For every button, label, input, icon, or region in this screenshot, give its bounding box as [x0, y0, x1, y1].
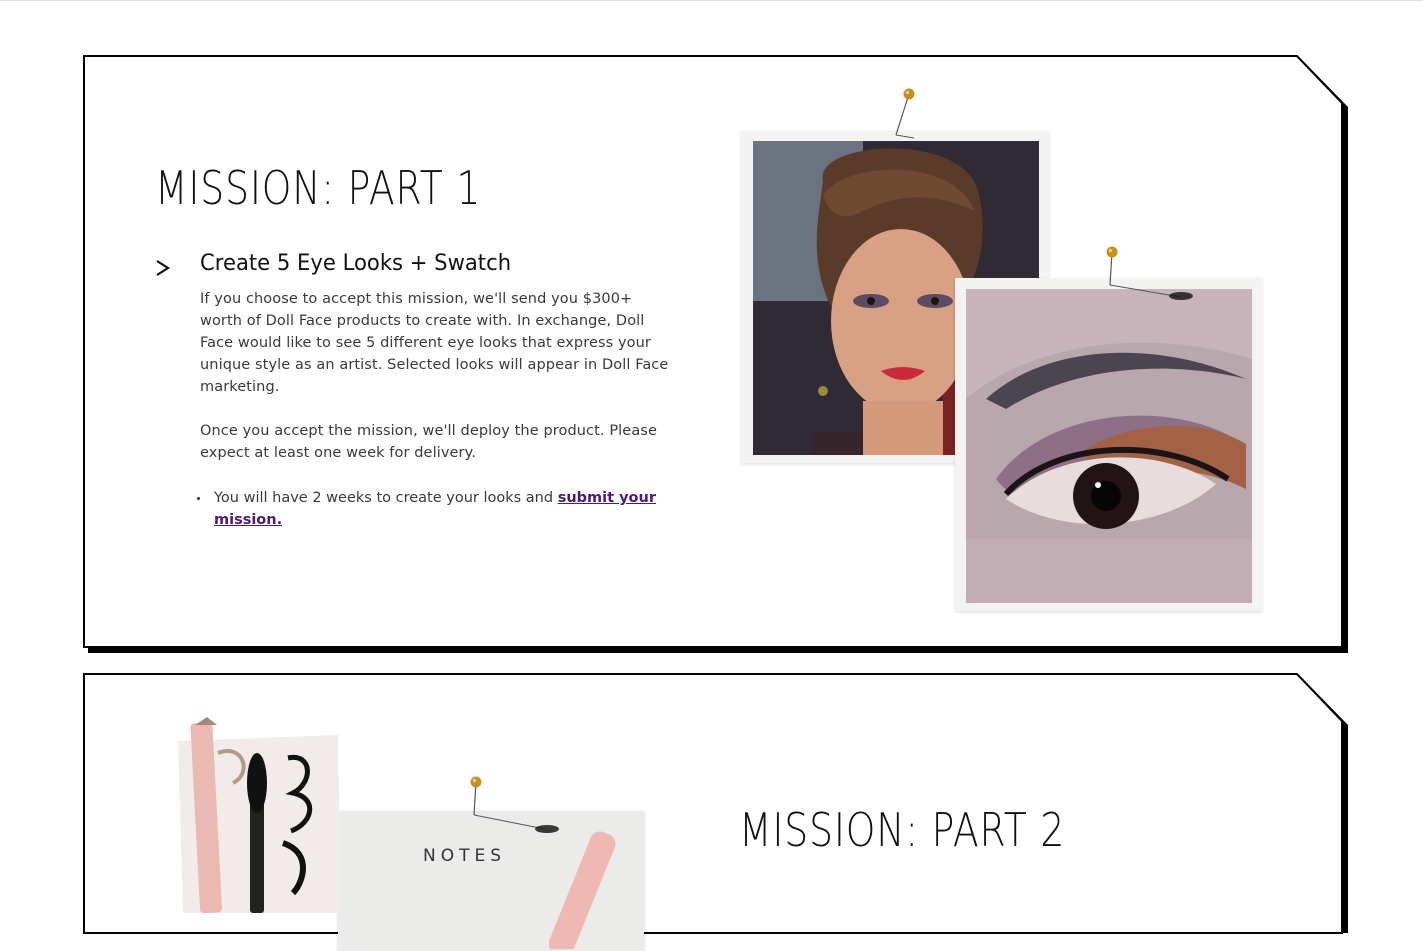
mission-title: MISSION: PART 2: [739, 803, 1066, 857]
requirements-list: You will have 2 weeks to create your loo…: [195, 487, 675, 531]
product-swatch-card: [178, 717, 341, 913]
lip-crayon-icon: [549, 831, 616, 949]
pushpin-icon: [470, 776, 559, 833]
pushpin-icon: [895, 88, 915, 139]
chevron-right-icon: [156, 260, 171, 276]
list-item: You will have 2 weeks to create your loo…: [195, 487, 675, 531]
top-divider: [0, 0, 1423, 1]
delivery-note: Once you accept the mission, we'll deplo…: [200, 423, 657, 461]
task-title: Create 5 Eye Looks + Swatch: [200, 251, 512, 276]
eye-closeup-photo-frame: [955, 278, 1262, 611]
eye-closeup-photo: [966, 289, 1252, 603]
mission-part-1-card: MISSION: PART 1 Create 5 Eye Looks + Swa…: [83, 55, 1348, 653]
bullet-dot: [197, 497, 200, 500]
pushpin-icon: [1106, 246, 1193, 300]
mission-part-2-card: NOTES MISSION: PART 2: [83, 673, 1348, 951]
bullet-text: You will have 2 weeks to create your loo…: [214, 490, 558, 506]
notes-label: NOTES: [423, 846, 507, 866]
mission-description: If you choose to accept this mission, we…: [200, 291, 669, 395]
mission-title: MISSION: PART 1: [155, 161, 482, 215]
